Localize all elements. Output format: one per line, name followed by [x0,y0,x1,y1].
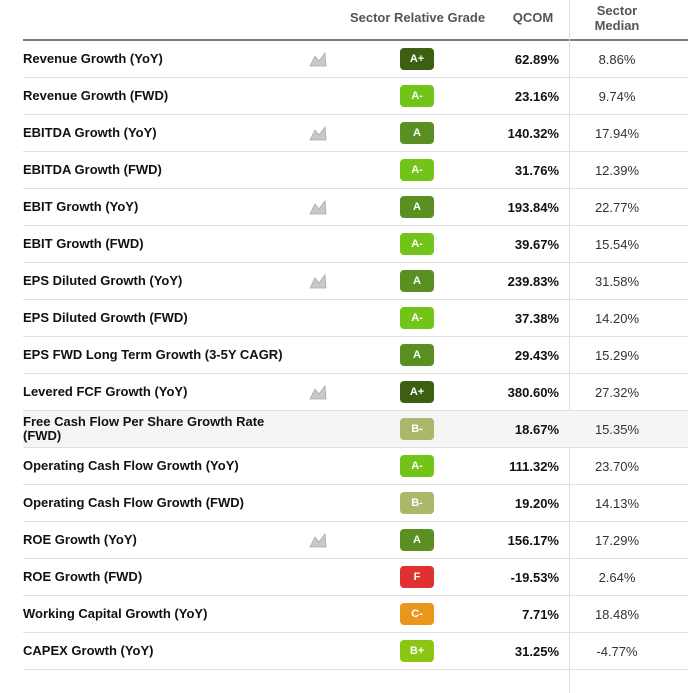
table-row: EBITDA Growth (YoY) A 140.32% 17.94% [23,115,688,152]
sector-median-value: 15.54% [594,236,640,252]
chart-icon[interactable] [309,51,327,67]
table-row: EPS Diluted Growth (YoY) A 239.83% 31.58… [23,263,688,300]
sector-median-value: 15.29% [594,347,640,363]
header-ticker: QCOM [512,10,554,25]
chart-icon[interactable] [309,199,327,215]
header-median-line1: Sector [596,3,638,18]
table-row: Revenue Growth (YoY) A+ 62.89% 8.86% [23,41,688,78]
qcom-value: 156.17% [507,532,559,548]
chart-icon[interactable] [309,125,327,141]
metric-label: EPS FWD Long Term Growth (3-5Y CAGR) [23,347,283,362]
table-row: EBITDA Growth (FWD) A- 31.76% 12.39% [23,152,688,189]
qcom-value: 37.38% [514,310,559,326]
table-row: EBIT Growth (YoY) A 193.84% 22.77% [23,189,688,226]
metric-label: EPS Diluted Growth (FWD) [23,310,188,325]
table-row: EBIT Growth (FWD) A- 39.67% 15.54% [23,226,688,263]
table-row: Operating Cash Flow Growth (YoY) A- 111.… [23,448,688,485]
metric-label: EBITDA Growth (YoY) [23,125,157,140]
chart-icon[interactable] [309,273,327,289]
grade-badge: A+ [400,48,434,70]
table-row: ROE Growth (YoY) A 156.17% 17.29% [23,522,688,559]
metric-label: CAPEX Growth (YoY) [23,643,154,658]
table-row: CAPEX Growth (YoY) B+ 31.25% -4.77% [23,633,688,670]
sector-median-value: 15.35% [594,421,640,437]
table-row: EPS FWD Long Term Growth (3-5Y CAGR) A 2… [23,337,688,374]
metric-label: EPS Diluted Growth (YoY) [23,273,183,288]
sector-median-value: 2.64% [598,569,636,585]
metric-label: Operating Cash Flow Growth (YoY) [23,458,239,473]
sector-median-value: 18.48% [594,606,640,622]
grade-badge: A- [400,233,434,255]
grade-badge: A- [400,455,434,477]
header-sector-median: Sector Median [571,3,663,33]
qcom-value: 380.60% [507,384,559,400]
chart-icon[interactable] [309,384,327,400]
qcom-value: -19.53% [510,569,559,585]
qcom-value: 140.32% [507,125,559,141]
table-row: ROE Growth (FWD) F -19.53% 2.64% [23,559,688,596]
qcom-value: 31.76% [514,162,559,178]
table-row: Operating Cash Flow Growth (FWD) B- 19.2… [23,485,688,522]
sector-median-value: 23.70% [594,458,640,474]
qcom-value: 23.16% [514,88,559,104]
grade-badge: B+ [400,640,434,662]
qcom-value: 7.71% [522,606,559,622]
metric-label: Free Cash Flow Per Share Growth Rate (FW… [23,414,265,443]
qcom-value: 31.25% [514,643,559,659]
sector-median-value: 9.74% [598,88,636,104]
table-row: Working Capital Growth (YoY) C- 7.71% 18… [23,596,688,633]
grade-badge: B- [400,492,434,514]
qcom-value: 18.67% [514,421,559,437]
metric-label: ROE Growth (YoY) [23,532,137,547]
sector-median-value: 8.86% [598,51,636,67]
grade-badge: B- [400,418,434,440]
sector-median-value: -4.77% [596,643,638,659]
growth-table: Revenue Growth (YoY) A+ 62.89% 8.86% Rev… [0,41,688,670]
table-row: Revenue Growth (FWD) A- 23.16% 9.74% [23,78,688,115]
table-row: EPS Diluted Growth (FWD) A- 37.38% 14.20… [23,300,688,337]
metric-label: Levered FCF Growth (YoY) [23,384,188,399]
grade-badge: A [400,529,434,551]
metric-label: Revenue Growth (FWD) [23,88,169,103]
grade-badge: A [400,344,434,366]
grade-badge: A [400,196,434,218]
grade-badge: F [400,566,434,588]
sector-median-value: 14.20% [594,310,640,326]
metric-label: Revenue Growth (YoY) [23,51,163,66]
qcom-value: 193.84% [507,199,559,215]
grade-badge: A+ [400,381,434,403]
grade-badge: C- [400,603,434,625]
metric-label: EBIT Growth (YoY) [23,199,139,214]
metric-label: EBITDA Growth (FWD) [23,162,162,177]
grade-badge: A- [400,159,434,181]
sector-median-value: 17.29% [594,532,640,548]
grade-badge: A [400,270,434,292]
grade-badge: A- [400,307,434,329]
metric-label: ROE Growth (FWD) [23,569,143,584]
qcom-value: 111.32% [509,458,559,474]
chart-icon[interactable] [309,532,327,548]
table-row: Free Cash Flow Per Share Growth Rate (FW… [23,411,688,448]
header-sector-relative-grade: Sector Relative Grade [349,10,486,25]
metric-label: EBIT Growth (FWD) [23,236,144,251]
table-header: Sector Relative Grade QCOM Sector Median [0,0,688,41]
grade-badge: A- [400,85,434,107]
grade-badge: A [400,122,434,144]
qcom-value: 39.67% [514,236,559,252]
sector-median-value: 31.58% [594,273,640,289]
qcom-value: 62.89% [514,51,559,67]
metric-label: Working Capital Growth (YoY) [23,606,208,621]
sector-median-value: 22.77% [594,199,640,215]
sector-median-value: 12.39% [594,162,640,178]
sector-median-value: 27.32% [594,384,640,400]
table-row: Levered FCF Growth (YoY) A+ 380.60% 27.3… [23,374,688,411]
qcom-value: 239.83% [507,273,559,289]
qcom-value: 29.43% [514,347,559,363]
header-median-line2: Median [594,18,640,33]
qcom-value: 19.20% [514,495,559,511]
sector-median-value: 14.13% [594,495,640,511]
sector-median-value: 17.94% [594,125,640,141]
metric-label: Operating Cash Flow Growth (FWD) [23,495,244,510]
